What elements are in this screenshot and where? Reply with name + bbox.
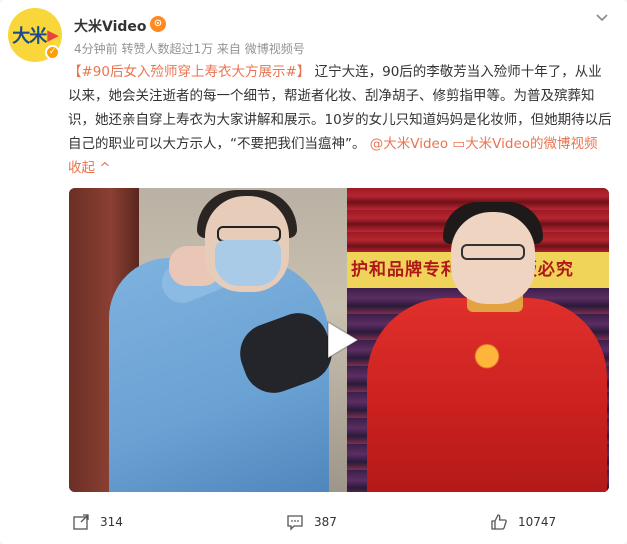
vip-badge-icon: ⊙ <box>150 16 166 32</box>
comment-button[interactable]: 387 <box>286 512 337 532</box>
video-link[interactable]: ▭大米Video的微博视频 <box>452 136 597 152</box>
repost-count: 314 <box>100 515 123 529</box>
post-content: 【#90后女入殓师穿上寿衣大方展示#】 辽宁大连，90后的李敬芳当入殓师十年了，… <box>68 60 613 180</box>
comment-count: 387 <box>314 515 337 529</box>
play-icon[interactable] <box>322 318 362 362</box>
like-count: 10747 <box>518 515 557 529</box>
username[interactable]: 大米Video <box>74 16 147 36</box>
topic-link[interactable]: 【#90后女入殓师穿上寿衣大方展示#】 <box>68 64 310 80</box>
mention-link[interactable]: @大米Video <box>370 136 448 152</box>
verified-badge-icon: ✓ <box>45 45 60 60</box>
collapse-toggle[interactable]: 收起 ^ <box>68 160 111 176</box>
chevron-up-icon: ^ <box>95 160 111 176</box>
thumbnail-right-photo: 护和品牌专利 坊，盗版必究 <box>347 188 609 492</box>
like-button[interactable]: 10747 <box>490 512 556 532</box>
repost-button[interactable]: 314 <box>72 512 123 532</box>
photo-right-glasses <box>461 244 525 260</box>
video-link-icon: ▭ <box>452 136 466 152</box>
avatar-text: 大米 <box>12 26 47 47</box>
photo-mask <box>215 240 281 286</box>
repost-icon <box>72 513 90 531</box>
post-meta: 4分钟前 转赞人数超过1万 来自 微博视频号 <box>74 42 305 56</box>
weibo-post-card: 大米 ▶ ✓ 大米Video ⊙ 4分钟前 转赞人数超过1万 来自 微博视频号 【… <box>0 0 627 544</box>
video-link-text: 大米Video的微博视频 <box>465 136 598 152</box>
photo-red-dress <box>367 298 607 492</box>
comment-icon <box>286 513 304 531</box>
collapse-label: 收起 <box>68 160 95 176</box>
thumbnail-left-photo <box>69 188 347 492</box>
chevron-down-icon[interactable] <box>595 12 609 22</box>
video-thumbnail[interactable]: 护和品牌专利 坊，盗版必究 <box>69 188 609 492</box>
thumbs-up-icon <box>490 513 508 531</box>
avatar-play-mark: ▶ <box>47 26 59 44</box>
